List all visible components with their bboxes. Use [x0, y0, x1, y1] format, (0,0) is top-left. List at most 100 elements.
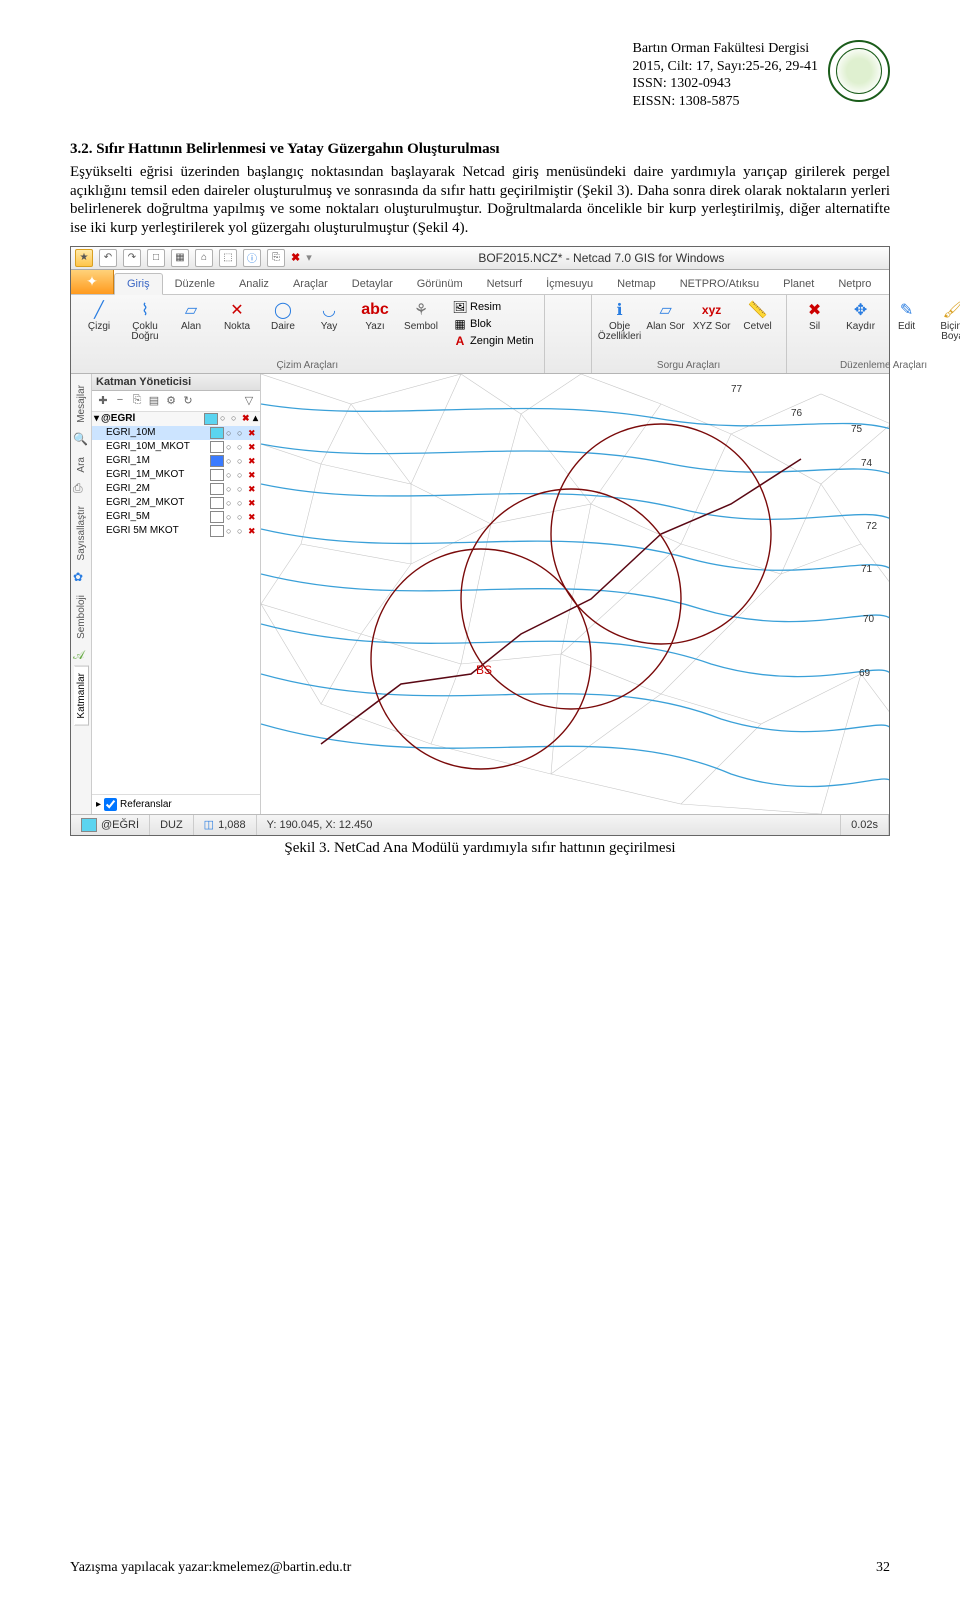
tool-image[interactable]: 🖼Resim: [451, 299, 536, 315]
qat-btn[interactable]: ▦: [171, 249, 189, 267]
qat-undo-icon[interactable]: ↶: [99, 249, 117, 267]
tool-polyline[interactable]: ⌇Çoklu Doğru: [125, 299, 165, 342]
layer-row[interactable]: EĞRİ_10M_MKOT○○✖: [92, 440, 260, 454]
ribbon: ╱Çizgi ⌇Çoklu Doğru ▱Alan ✕Nokta ◯Daire …: [71, 295, 889, 374]
tab-planet[interactable]: Planet: [771, 274, 826, 294]
add-layer-icon[interactable]: ✚: [96, 394, 110, 408]
svg-text:70: 70: [863, 614, 875, 625]
expand-icon[interactable]: ▾: [94, 413, 99, 424]
bs-label: BS: [476, 663, 492, 677]
drawing-canvas[interactable]: BS 77 76 75 74 72 71 70 69: [261, 374, 889, 814]
app-menu-button[interactable]: ✦: [71, 270, 114, 294]
tool-move[interactable]: ✥Kaydır: [841, 299, 881, 332]
tool-text[interactable]: abcYazı: [355, 299, 395, 332]
svg-text:77: 77: [731, 384, 743, 395]
svg-text:69: 69: [859, 668, 871, 679]
tab-netpro[interactable]: Netpro: [826, 274, 883, 294]
vtab-katmanlar[interactable]: Katmanlar: [74, 666, 89, 726]
layer-row[interactable]: EĞRİ_5M○○✖: [92, 510, 260, 524]
tab-netpro-atiksu[interactable]: NETPRO/Atıksu: [668, 274, 771, 294]
qat-close-icon[interactable]: ✖: [291, 251, 300, 264]
qat-btn[interactable]: ⌂: [195, 249, 213, 267]
status-bar: @EĞRİ DUZ ◫1,088 Y: 190.045, X: 12.450 0…: [71, 814, 889, 835]
tool-format-paint[interactable]: 🖌Biçim Boya: [933, 299, 960, 342]
tool-edit[interactable]: ✎Edit: [887, 299, 927, 332]
layer-tool-icon[interactable]: ↻: [181, 394, 195, 408]
color-swatch-icon: [81, 818, 97, 832]
layer-tool-icon[interactable]: ⎘: [130, 394, 144, 408]
qat-btn[interactable]: □: [147, 249, 165, 267]
tab-giris[interactable]: Giriş: [114, 273, 163, 295]
qat-info-icon[interactable]: ⓘ: [243, 249, 261, 267]
tool-xyz-query[interactable]: xyzXYZ Sor: [692, 299, 732, 332]
status-object-count: ◫1,088: [194, 815, 257, 835]
vtab-sayisallastir[interactable]: Sayısallaştır: [74, 499, 89, 567]
status-coordinates: Y: 190.045, X: 12.450: [257, 815, 841, 835]
digitize-icon[interactable]: ⎙: [73, 481, 89, 497]
qat-btn[interactable]: ⎘: [267, 249, 285, 267]
ribbon-tabs: ✦ Giriş Düzenle Analiz Araçlar Detaylar …: [71, 270, 889, 295]
tool-block[interactable]: ▦Blok: [451, 316, 536, 332]
references-row[interactable]: ▸ Referanslar: [92, 794, 260, 814]
journal-issn: ISSN: 1302-0943: [633, 75, 819, 93]
section-heading: 3.2. Sıfır Hattının Belirlenmesi ve Yata…: [70, 141, 500, 157]
svg-text:75: 75: [851, 424, 863, 435]
status-layer[interactable]: @EĞRİ: [71, 815, 150, 835]
color-swatch[interactable]: [204, 413, 218, 425]
layer-row[interactable]: EĞRİ_1M○○✖: [92, 454, 260, 468]
richtext-icon: A: [453, 334, 467, 348]
tab-araclar[interactable]: Araçlar: [281, 274, 340, 294]
tab-icmesuyu[interactable]: İçmesuyu: [534, 274, 605, 294]
search-icon[interactable]: 🔍: [73, 432, 89, 448]
qat-redo-icon[interactable]: ↷: [123, 249, 141, 267]
tool-point[interactable]: ✕Nokta: [217, 299, 257, 332]
layer-tool-icon[interactable]: ▤: [147, 394, 161, 408]
remove-layer-icon[interactable]: −: [113, 394, 127, 408]
layer-row[interactable]: EĞRİ_10M○○✖: [92, 426, 260, 440]
body-paragraph: Eşyükselti eğrisi üzerinden başlangıç no…: [70, 163, 890, 238]
layer-tool-icon[interactable]: ⚙: [164, 394, 178, 408]
tab-analiz[interactable]: Analiz: [227, 274, 281, 294]
qat-btn[interactable]: ⬚: [219, 249, 237, 267]
tool-area-query[interactable]: ▱Alan Sor: [646, 299, 686, 332]
tab-netsurf[interactable]: Netsurf: [475, 274, 534, 294]
layer-row[interactable]: EĞRİ 5M MKOT○○✖: [92, 524, 260, 538]
tool-area[interactable]: ▱Alan: [171, 299, 211, 332]
tab-duzenle[interactable]: Düzenle: [163, 274, 227, 294]
tab-detaylar[interactable]: Detaylar: [340, 274, 405, 294]
layer-row[interactable]: EĞRİ_2M_MKOT○○✖: [92, 496, 260, 510]
filter-icon[interactable]: ▽: [242, 394, 256, 408]
symbology-icon[interactable]: ✿: [73, 570, 89, 586]
tool-arc[interactable]: ◡Yay: [309, 299, 349, 332]
tool-obj-props[interactable]: ℹObje Özellikleri: [600, 299, 640, 342]
vtab-mesajlar[interactable]: Mesajlar: [74, 378, 89, 430]
journal-issue: 2015, Cilt: 17, Sayı:25-26, 29-41: [633, 58, 819, 76]
layer-manager-panel: Katman Yöneticisi ✚ − ⎘ ▤ ⚙ ↻ ▽ ▾: [92, 374, 261, 814]
layers-icon[interactable]: 𝒜: [73, 648, 89, 664]
tool-line[interactable]: ╱Çizgi: [79, 299, 119, 332]
tool-ruler[interactable]: 📏Cetvel: [738, 299, 778, 332]
vtab-ara[interactable]: Ara: [74, 450, 89, 480]
tab-gorunum[interactable]: Görünüm: [405, 274, 475, 294]
journal-header: Bartın Orman Fakültesi Dergisi 2015, Cil…: [70, 40, 890, 110]
svg-text:74: 74: [861, 458, 873, 469]
window-title: BOF2015.NCZ* - Netcad 7.0 GIS for Window…: [318, 251, 885, 265]
status-mode[interactable]: DUZ: [150, 815, 194, 835]
titlebar: ★ ↶ ↷ □ ▦ ⌂ ⬚ ⓘ ⎘ ✖ ▾ BOF2015.NCZ* - Net…: [71, 247, 889, 270]
layer-row[interactable]: EĞRİ_2M○○✖: [92, 482, 260, 496]
tool-circle[interactable]: ◯Daire: [263, 299, 303, 332]
panel-toolbar: ✚ − ⎘ ▤ ⚙ ↻ ▽: [92, 391, 260, 412]
expand-icon[interactable]: ▸: [96, 799, 101, 810]
layer-list[interactable]: ▾ @EĞRİ ○○✖▴ EĞRİ_10M○○✖EĞRİ_10M_MKOT○○✖…: [92, 412, 260, 794]
figure-caption: Şekil 3. NetCad Ana Modülü yardımıyla sı…: [70, 840, 890, 857]
corresponding-author: Yazışma yapılacak yazar:kmelemez@bartin.…: [70, 1560, 351, 1576]
layer-row[interactable]: EĞRİ_1M_MKOT○○✖: [92, 468, 260, 482]
tool-symbol[interactable]: ⚘Sembol: [401, 299, 441, 332]
vtab-semboloji[interactable]: Semboloji: [74, 588, 89, 646]
tool-richtext[interactable]: AZengin Metin: [451, 333, 536, 349]
tab-netmap[interactable]: Netmap: [605, 274, 668, 294]
qat-save-icon[interactable]: ★: [75, 249, 93, 267]
tool-delete[interactable]: ✖Sil: [795, 299, 835, 332]
layer-group-header: ▾ @EĞRİ ○○✖▴: [92, 412, 260, 426]
refs-checkbox[interactable]: [104, 798, 117, 811]
